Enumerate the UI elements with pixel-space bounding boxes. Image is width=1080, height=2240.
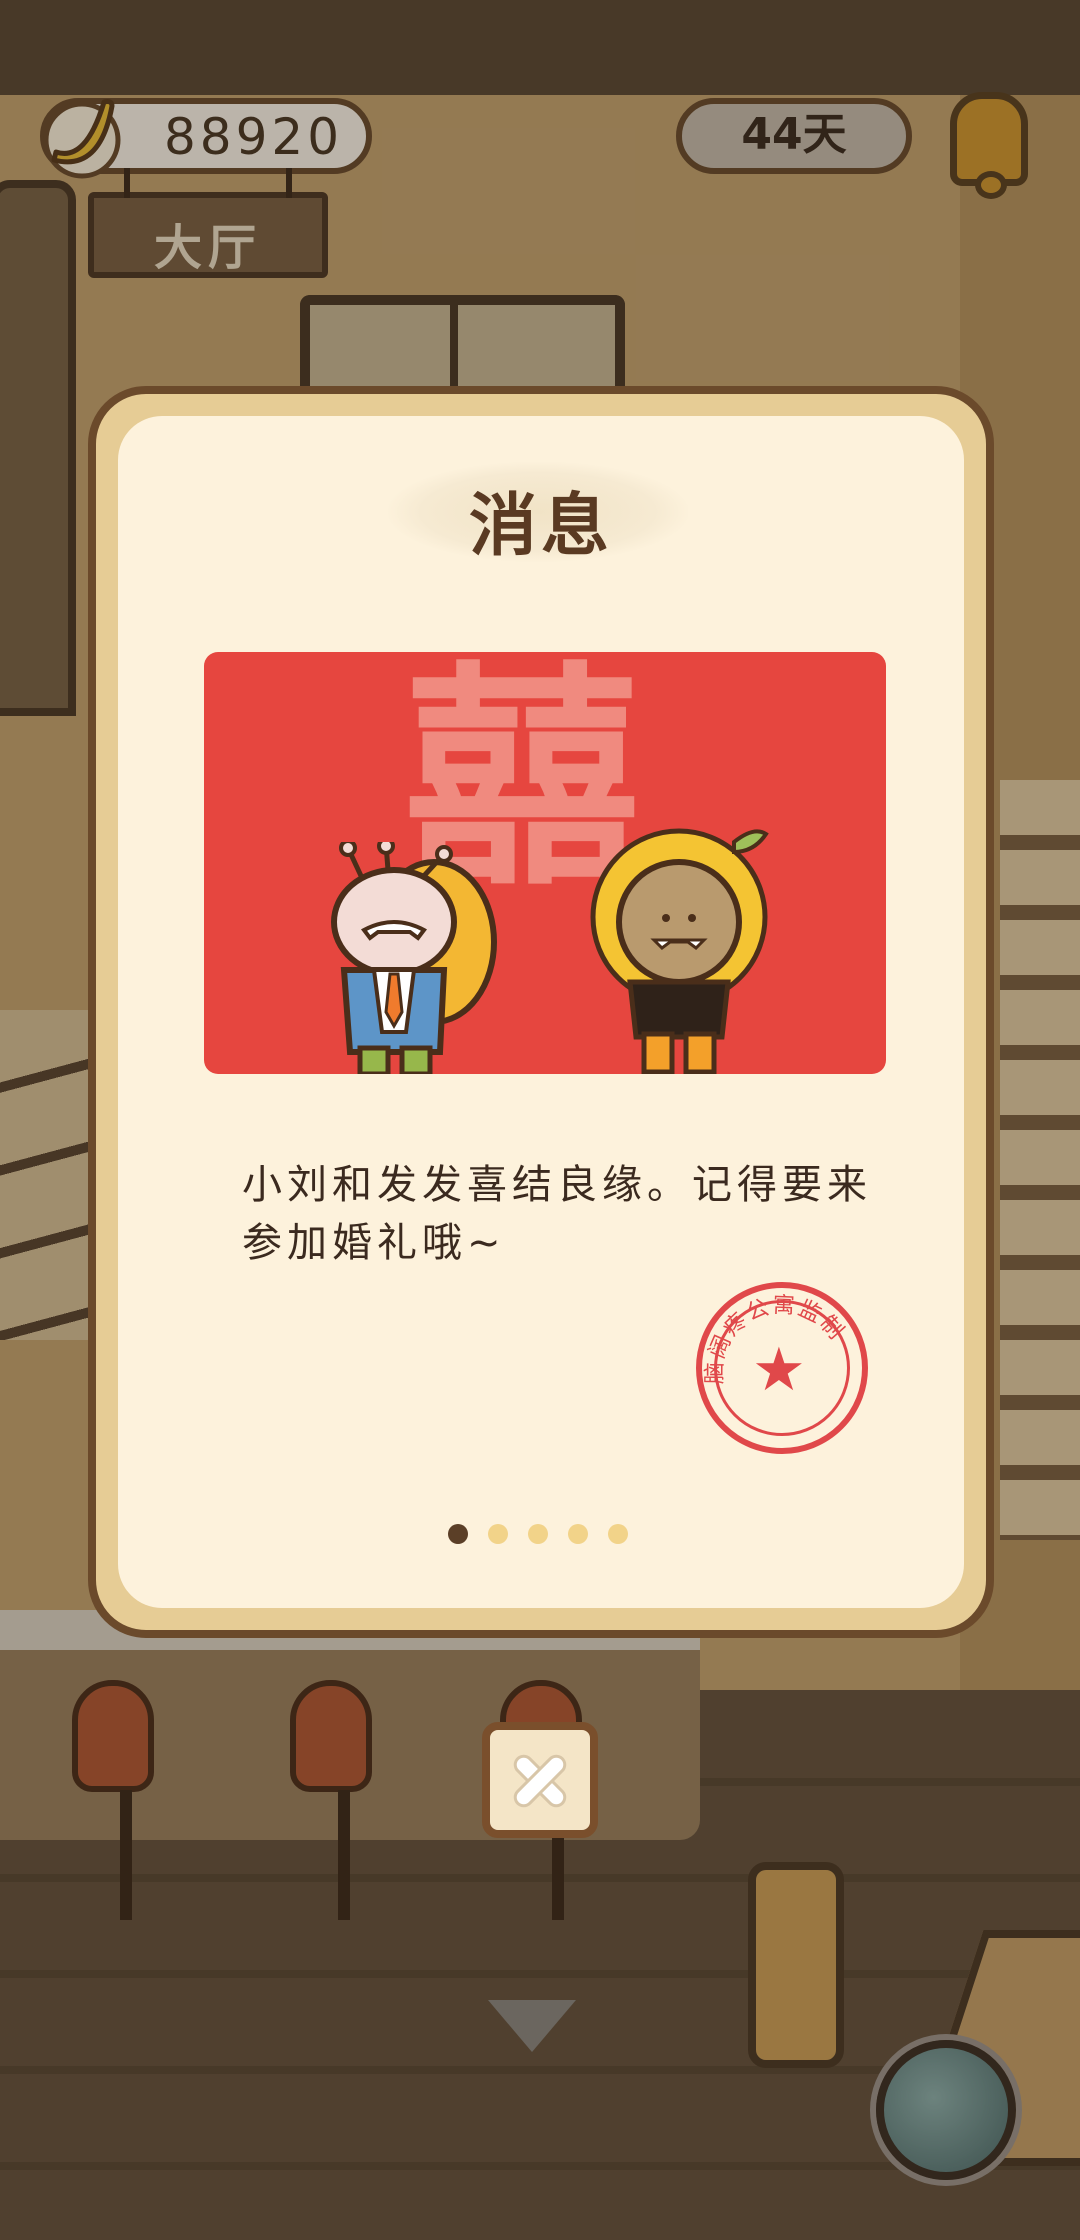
page-dot[interactable]	[608, 1524, 628, 1544]
dialog-title: 消息	[468, 487, 613, 566]
wedding-card: 囍	[204, 652, 886, 1074]
page-dot[interactable]	[488, 1524, 508, 1544]
bride-character	[590, 828, 769, 1074]
page-dot[interactable]	[568, 1524, 588, 1544]
official-stamp: 脑阔疼公寓监制 ★	[696, 1282, 868, 1454]
dialog-body: 消息 囍 小刘和发发喜结良缘。记得要来参加婚礼哦~ 脑阔疼公寓监制 ★	[118, 416, 964, 1608]
page-dots	[448, 1524, 628, 1548]
message-text: 小刘和发发喜结良缘。记得要来参加婚礼哦~	[242, 1162, 872, 1266]
star-icon: ★	[752, 1335, 806, 1405]
close-icon[interactable]	[482, 1722, 598, 1838]
page-dot-active[interactable]	[448, 1524, 468, 1544]
groom-character	[331, 842, 497, 1074]
message-dialog: 消息 囍 小刘和发发喜结良缘。记得要来参加婚礼哦~ 脑阔疼公寓监制 ★	[88, 386, 994, 1638]
page-dot[interactable]	[528, 1524, 548, 1544]
